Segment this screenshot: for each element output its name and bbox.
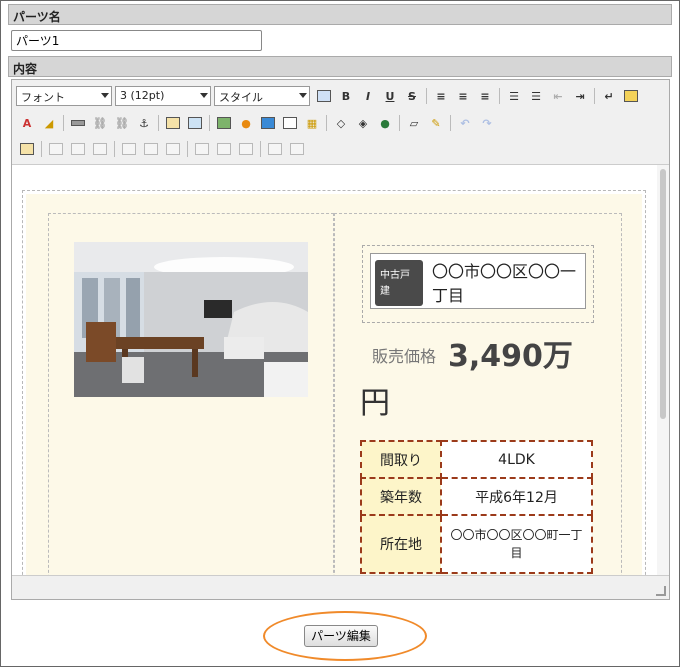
price-label: 販売価格 [372, 347, 437, 366]
horizontal-rule-icon[interactable] [69, 114, 87, 132]
italic-button[interactable]: I [359, 87, 377, 105]
style-select[interactable]: スタイル [214, 86, 310, 106]
table-icon[interactable] [164, 114, 182, 132]
size-select-label: 3 (12pt) [120, 89, 165, 102]
brush-icon[interactable]: ✎ [427, 114, 445, 132]
toolbar-separator [326, 115, 327, 131]
align-right-icon[interactable]: ≡ [476, 87, 494, 105]
undo-icon[interactable]: ↶ [456, 114, 474, 132]
toolbar-separator [260, 141, 261, 157]
vertical-scrollbar[interactable] [657, 165, 669, 575]
table-row-before-icon[interactable] [47, 140, 65, 158]
bullet-list-icon[interactable]: ☰ [505, 87, 523, 105]
editor-statusbar [12, 575, 669, 599]
spec-value: 平成6年12月 [440, 477, 593, 516]
toolbar-separator [158, 115, 159, 131]
parts-name-input[interactable] [11, 30, 262, 51]
copy-format-icon[interactable] [622, 87, 640, 105]
table-row-props-icon[interactable] [266, 140, 284, 158]
spec-value: 〇〇市〇〇区〇〇町一丁目 [440, 514, 593, 574]
editor-toolbar: フォント 3 (12pt) スタイル B I U S ≡ ≡ ≡ ☰ ☰ ⇤ ⇥… [12, 80, 669, 165]
property-type-badge: 中古戸建 [375, 260, 423, 306]
unlink-icon[interactable]: ⛓ [113, 114, 131, 132]
table-row: 築年数 平成6年12月 [360, 477, 593, 516]
bold-button[interactable]: B [337, 87, 355, 105]
price-value: 3,490万 [448, 339, 573, 374]
property-address: 〇〇市〇〇区〇〇一丁目 [432, 262, 577, 305]
chevron-down-icon [200, 93, 208, 98]
layer-icon[interactable] [259, 114, 277, 132]
table-cell-props-icon[interactable] [288, 140, 306, 158]
table-merge-icon[interactable] [215, 140, 233, 158]
toolbar-separator [114, 141, 115, 157]
table-props-icon[interactable] [186, 114, 204, 132]
spec-key: 築年数 [360, 477, 442, 516]
font-select-label: フォント [21, 91, 65, 104]
toolbar-separator [187, 141, 188, 157]
edit-parts-button[interactable]: パーツ編集 [304, 625, 378, 647]
align-center-icon[interactable]: ≡ [454, 87, 472, 105]
spec-value: 4LDK [440, 440, 593, 479]
preview-icon[interactable]: ◈ [354, 114, 372, 132]
redo-icon[interactable]: ↷ [478, 114, 496, 132]
rich-text-editor[interactable]: フォント 3 (12pt) スタイル B I U S ≡ ≡ ≡ ☰ ☰ ⇤ ⇥… [11, 79, 670, 600]
price-unit: 円 [360, 386, 390, 421]
text-color-icon[interactable]: A [18, 114, 36, 132]
font-select[interactable]: フォント [16, 86, 112, 106]
resize-handle-icon[interactable] [656, 586, 666, 596]
style-select-label: スタイル [219, 91, 263, 104]
editor-content[interactable]: 中古戸建 〇〇市〇〇区〇〇一丁目 販売価格 3,490万 円 間取り 4LDK … [12, 165, 657, 575]
strike-button[interactable]: S [403, 87, 421, 105]
line-break-icon[interactable]: ↵ [600, 87, 618, 105]
table-insert-icon[interactable] [18, 140, 36, 158]
toolbar-separator [399, 115, 400, 131]
eraser-icon[interactable]: ▱ [405, 114, 423, 132]
table-cell-icon[interactable] [237, 140, 255, 158]
source-code-icon[interactable]: ◇ [332, 114, 350, 132]
toolbar-separator [426, 88, 427, 104]
scrollbar-thumb[interactable] [660, 169, 666, 419]
spec-table: 間取り 4LDK 築年数 平成6年12月 所在地 〇〇市〇〇区〇〇町一丁目 [360, 440, 593, 574]
chevron-down-icon [299, 93, 307, 98]
spec-key: 所在地 [360, 514, 442, 574]
cart-icon[interactable]: ▦ [303, 114, 321, 132]
number-icon[interactable] [281, 114, 299, 132]
table-row: 間取り 4LDK [360, 440, 593, 479]
media-icon[interactable]: ● [237, 114, 255, 132]
globe-icon[interactable]: ● [376, 114, 394, 132]
image-icon[interactable] [215, 114, 233, 132]
parts-name-header: パーツ名 [8, 4, 672, 25]
format-icon[interactable] [315, 87, 333, 105]
table-split-icon[interactable] [193, 140, 211, 158]
content-header: 内容 [8, 56, 672, 77]
spec-key: 間取り [360, 440, 442, 479]
table-col-before-icon[interactable] [120, 140, 138, 158]
link-icon[interactable]: ⛓ [91, 114, 109, 132]
align-left-icon[interactable]: ≡ [432, 87, 450, 105]
toolbar-separator [41, 141, 42, 157]
toolbar-separator [450, 115, 451, 131]
indent-icon[interactable]: ⇥ [571, 87, 589, 105]
table-row: 所在地 〇〇市〇〇区〇〇町一丁目 [360, 514, 593, 574]
table-delete-col-icon[interactable] [164, 140, 182, 158]
outdent-icon[interactable]: ⇤ [549, 87, 567, 105]
anchor-icon[interactable]: ⚓ [135, 114, 153, 132]
numbered-list-icon[interactable]: ☰ [527, 87, 545, 105]
table-row-after-icon[interactable] [69, 140, 87, 158]
table-delete-row-icon[interactable] [91, 140, 109, 158]
toolbar-separator [499, 88, 500, 104]
highlight-color-icon[interactable]: ◢ [40, 114, 58, 132]
chevron-down-icon [101, 93, 109, 98]
property-photo [74, 242, 308, 397]
table-col-after-icon[interactable] [142, 140, 160, 158]
toolbar-separator [63, 115, 64, 131]
toolbar-separator [209, 115, 210, 131]
size-select[interactable]: 3 (12pt) [115, 86, 211, 106]
underline-button[interactable]: U [381, 87, 399, 105]
toolbar-separator [594, 88, 595, 104]
